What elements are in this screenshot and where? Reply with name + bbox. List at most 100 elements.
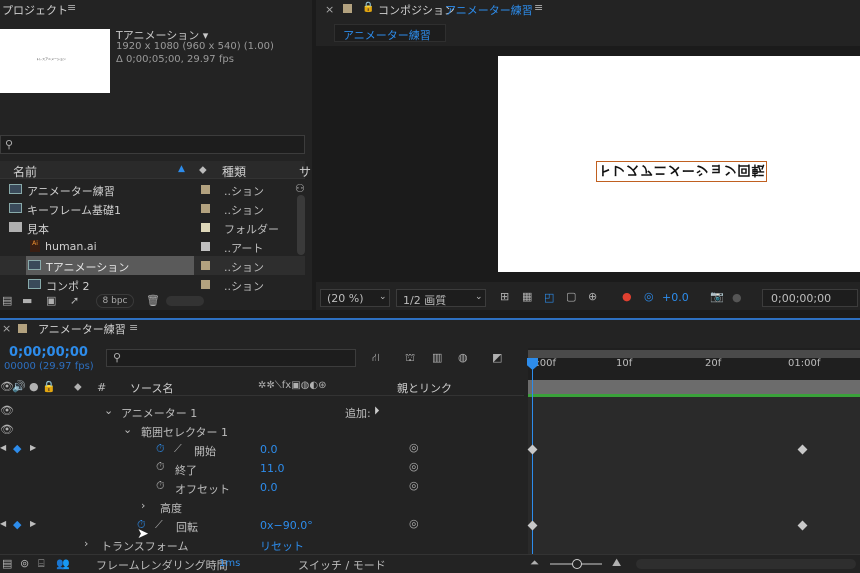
resolution-select[interactable]: 1/2 画質 ⌄ bbox=[396, 289, 486, 307]
zoom-select[interactable]: (20 %) ⌄ bbox=[320, 289, 390, 307]
flowchart-icon[interactable]: ⚇ bbox=[295, 182, 305, 195]
col-parent-header[interactable]: 親とリンク bbox=[397, 380, 452, 396]
timeline-tab[interactable]: アニメーター練習 bbox=[38, 321, 126, 337]
property-row-rotation[interactable]: ◀ ◆ ▶ ⏱ ⟋ 回転 0x−90.0° ◎ ➤ bbox=[0, 516, 524, 542]
label-color-swatch[interactable] bbox=[201, 223, 210, 232]
menu-icon[interactable]: ≡ bbox=[67, 2, 76, 13]
eye-icon[interactable]: 👁 bbox=[0, 405, 14, 416]
list-item[interactable]: キーフレーム基礎1 ..ション bbox=[0, 199, 305, 218]
pickwhip-icon[interactable]: ◎ bbox=[409, 480, 419, 491]
pickwhip-icon[interactable]: ◎ bbox=[409, 518, 419, 529]
eye-icon[interactable]: 👁 bbox=[0, 424, 14, 435]
close-icon[interactable]: × bbox=[2, 322, 11, 335]
in-out-icon[interactable]: ⌸ bbox=[38, 558, 45, 569]
canvas-text-layer[interactable]: トレスアニメーション回転 bbox=[596, 161, 768, 182]
pickwhip-icon[interactable]: ◎ bbox=[409, 461, 419, 472]
next-keyframe-icon[interactable]: ▶ bbox=[30, 519, 36, 528]
time-ruler[interactable]: 0:00f 10f 20f 01:00f bbox=[528, 348, 860, 380]
zoom-slider[interactable] bbox=[550, 559, 602, 569]
prev-keyframe-icon[interactable]: ◀ bbox=[0, 443, 6, 452]
menu-icon[interactable]: ≡ bbox=[129, 322, 138, 333]
property-row-end[interactable]: ⏱ 終了 11.0 ◎ bbox=[0, 459, 524, 478]
rotation-value[interactable]: 0x−90.0° bbox=[260, 519, 313, 532]
sort-up-icon[interactable]: ▲ bbox=[178, 164, 185, 174]
label-color-swatch[interactable] bbox=[201, 280, 210, 289]
layer-row-animator[interactable]: 👁 ⌄ アニメーター 1 追加: ⏵ bbox=[0, 402, 524, 421]
list-item[interactable]: アニメーター練習 ..ション ⚇ bbox=[0, 180, 305, 199]
graph-icon[interactable]: ⟋ bbox=[155, 519, 163, 530]
bpc-button[interactable]: 8 bpc bbox=[96, 294, 134, 308]
pickwhip-icon[interactable]: ◎ bbox=[409, 442, 419, 453]
next-keyframe-icon[interactable]: ▶ bbox=[30, 443, 36, 452]
col-size-header[interactable]: サ bbox=[299, 163, 311, 180]
label-color-swatch[interactable] bbox=[201, 242, 210, 251]
zoom-slider-handle[interactable] bbox=[572, 559, 582, 569]
add-property-icon[interactable]: ⏵ bbox=[374, 404, 380, 418]
add-keyframe-icon[interactable]: ◆ bbox=[13, 518, 21, 531]
comp-canvas[interactable]: トレスアニメーション回転 bbox=[498, 56, 860, 272]
project-panel-title[interactable]: プロジェクト bbox=[2, 2, 68, 18]
label-color-swatch[interactable] bbox=[201, 204, 210, 213]
layer-row-range-selector[interactable]: 👁 ⌄ 範囲セレクター 1 bbox=[0, 421, 524, 440]
fast-previews-icon[interactable]: ⊞ bbox=[500, 291, 509, 302]
zoom-in-icon[interactable]: ⛰ bbox=[612, 557, 621, 568]
label-color-swatch[interactable] bbox=[201, 261, 210, 270]
close-icon[interactable]: × bbox=[325, 3, 334, 16]
menu-icon[interactable]: ≡ bbox=[534, 2, 543, 13]
prev-keyframe-icon[interactable]: ◀ bbox=[0, 519, 6, 528]
list-item[interactable]: Ai human.ai ..アート bbox=[0, 237, 305, 256]
thumbnail-slider[interactable] bbox=[166, 296, 204, 306]
timeline-scrollbar[interactable] bbox=[636, 559, 856, 569]
zoom-out-icon[interactable]: ⏶ bbox=[530, 557, 539, 568]
chevron-down-icon[interactable]: ⌄ bbox=[123, 423, 132, 436]
channel-icon[interactable]: ● bbox=[622, 290, 632, 303]
chevron-right-icon[interactable]: › bbox=[84, 537, 88, 550]
layer-duration-bar[interactable] bbox=[528, 380, 860, 394]
transfer-controls-icon[interactable]: ⊚ bbox=[20, 558, 29, 569]
transform-reset-link[interactable]: リセット bbox=[260, 538, 304, 554]
comp-panel-title[interactable]: コンポジション bbox=[378, 2, 455, 18]
comp-flowchart-icon[interactable]: ⛙ bbox=[372, 352, 380, 363]
comp-timecode[interactable]: 0;00;00;00 bbox=[762, 289, 858, 307]
start-value[interactable]: 0.0 bbox=[260, 443, 278, 456]
exposure-value[interactable]: +0.0 bbox=[662, 291, 689, 304]
new-composition-icon[interactable]: ▣ bbox=[46, 295, 56, 306]
layer-switches-icon[interactable]: ▤ bbox=[2, 558, 12, 569]
motion-blur-icon[interactable]: ◩ bbox=[492, 352, 502, 363]
property-row-transform[interactable]: › トランスフォーム リセット bbox=[0, 535, 524, 554]
stopwatch-icon[interactable]: ⏱ bbox=[156, 480, 165, 491]
switches-modes-toggle[interactable]: スイッチ / モード bbox=[298, 557, 386, 573]
list-item[interactable]: 見本 フォルダー bbox=[0, 218, 305, 237]
interpret-footage-icon[interactable]: ▤ bbox=[2, 295, 12, 306]
transparency-grid-icon[interactable]: ▦ bbox=[522, 291, 532, 302]
label-tag-icon[interactable]: ⬥ bbox=[74, 381, 82, 392]
add-keyframe-icon[interactable]: ◆ bbox=[13, 442, 21, 455]
region-of-interest-icon[interactable]: ▢ bbox=[566, 291, 576, 302]
dependencies-icon[interactable]: ➚ bbox=[70, 295, 79, 306]
col-source-header[interactable]: ソース名 bbox=[130, 380, 173, 396]
col-type-header[interactable]: 種類 bbox=[222, 163, 246, 180]
graph-icon[interactable]: ⟋ bbox=[174, 443, 182, 454]
list-item-selected[interactable]: Tアニメーション ..ション bbox=[0, 256, 305, 275]
property-row-offset[interactable]: ⏱ オフセット 0.0 ◎ bbox=[0, 478, 524, 497]
lock-icon[interactable]: 🔒 bbox=[362, 2, 374, 13]
comp-panel-title-name[interactable]: アニメーター練習 bbox=[445, 2, 533, 18]
audio-icon[interactable]: 🔊 bbox=[12, 381, 26, 392]
timeline-timecode[interactable]: 0;00;00;00 bbox=[9, 345, 88, 360]
comp-tab[interactable]: アニメーター練習 bbox=[334, 24, 446, 42]
comp-viewer[interactable]: トレスアニメーション回転 bbox=[316, 46, 860, 282]
property-row-start[interactable]: ◀ ◆ ▶ ⏱ ⟋ 開始 0.0 ◎ bbox=[0, 440, 524, 459]
timeline-search-input[interactable]: ⚲ bbox=[106, 349, 356, 367]
switches-icon[interactable]: ✲✼⟍fx▣◍◐⊛ bbox=[258, 381, 326, 391]
end-value[interactable]: 11.0 bbox=[260, 462, 285, 475]
draft-3d-icon[interactable]: ⛫ bbox=[405, 352, 415, 363]
col-name-header[interactable]: 名前 bbox=[13, 163, 37, 180]
chevron-down-icon[interactable]: ⌄ bbox=[104, 404, 113, 417]
hide-shy-layers-icon[interactable]: ▥ bbox=[432, 352, 442, 363]
color-management-icon[interactable]: ◎ bbox=[644, 290, 654, 303]
offset-value[interactable]: 0.0 bbox=[260, 481, 278, 494]
show-snapshot-icon[interactable]: ● bbox=[732, 291, 742, 304]
property-row-advanced[interactable]: › 高度 bbox=[0, 497, 524, 516]
project-scrollbar[interactable] bbox=[297, 195, 305, 255]
frame-blending-icon[interactable]: ◍ bbox=[458, 352, 468, 363]
